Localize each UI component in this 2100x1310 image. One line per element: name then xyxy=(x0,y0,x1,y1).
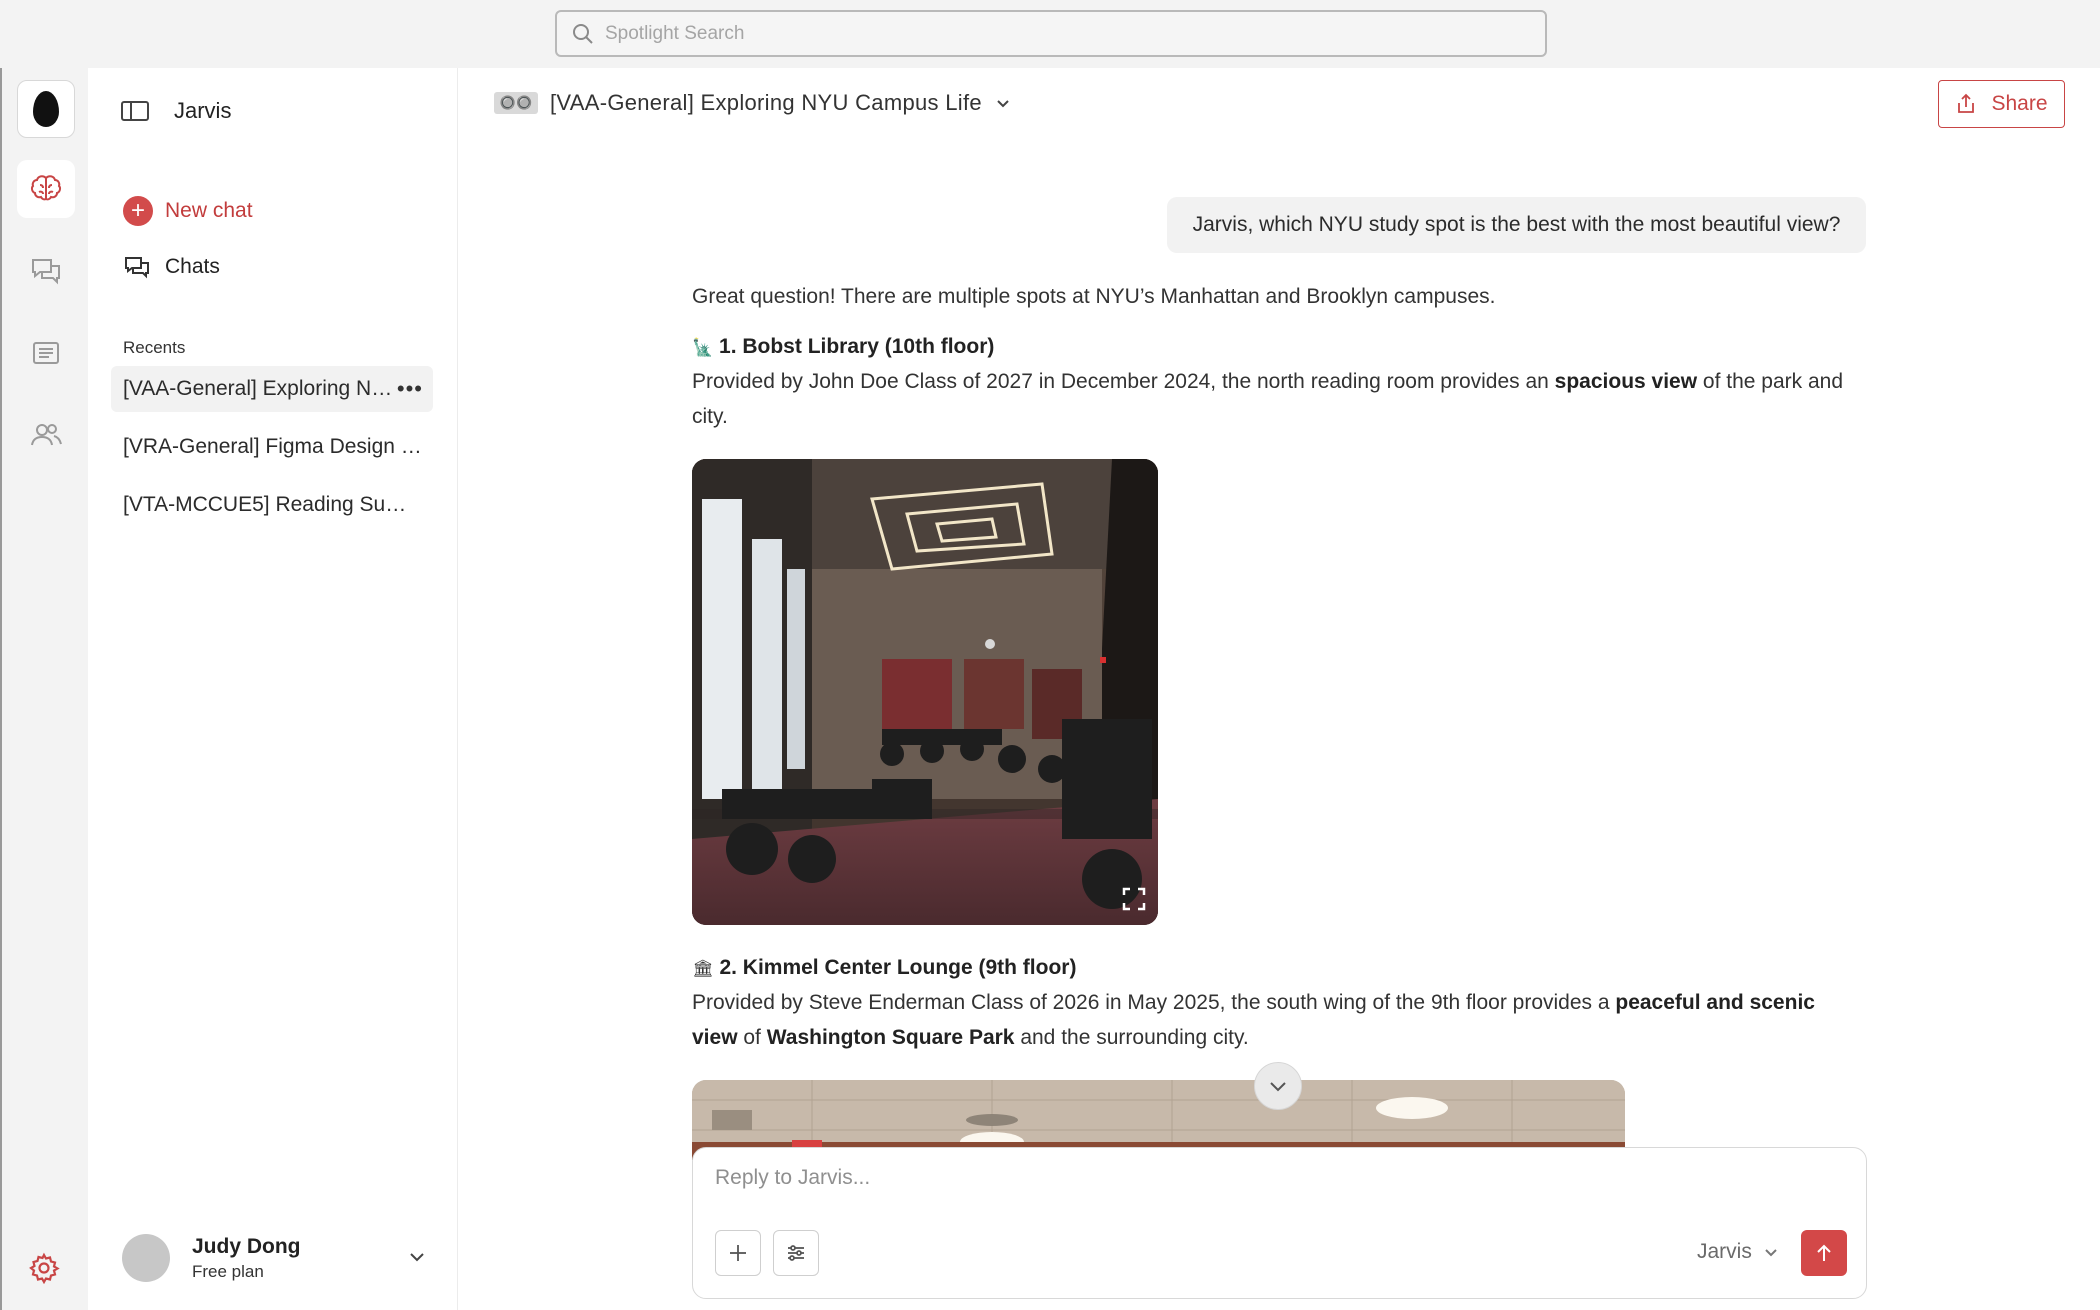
chat-bubbles-icon xyxy=(32,259,60,285)
brain-icon xyxy=(30,175,62,201)
library-interior-image xyxy=(692,459,1158,925)
message-composer: Jarvis xyxy=(692,1147,1867,1299)
spot-text: of xyxy=(737,1026,767,1049)
spot-title: 1. Bobst Library (10th floor) xyxy=(719,335,995,358)
send-button[interactable] xyxy=(1801,1230,1847,1276)
sidebar: Jarvis + New chat Chats Recents [VAA-Gen… xyxy=(88,68,458,1310)
spot-text: Provided by Steve Enderman Class of 2026… xyxy=(692,991,1616,1014)
model-selector[interactable]: Jarvis xyxy=(1697,1240,1780,1264)
statue-of-liberty-emoji: 🗽 xyxy=(692,338,714,358)
tools-button[interactable] xyxy=(773,1230,819,1276)
recent-chat-label: [VAA-General] Exploring NYU Campus Life xyxy=(123,377,395,400)
arrow-up-icon xyxy=(1817,1244,1831,1261)
spot-text: and the surrounding city. xyxy=(1014,1026,1249,1049)
rail-brain-button[interactable] xyxy=(17,160,75,218)
spotlight-search[interactable] xyxy=(555,10,1547,57)
project-icon: 🔘🔘 xyxy=(494,92,538,114)
search-icon xyxy=(573,23,593,44)
chat-title: [VAA-General] Exploring NYU Campus Life xyxy=(550,90,982,115)
user-name: Judy Dong xyxy=(192,1234,301,1258)
bobst-library-photo[interactable] xyxy=(692,459,1158,925)
assistant-intro: Great question! There are multiple spots… xyxy=(692,285,1496,308)
sliders-icon xyxy=(788,1245,804,1261)
avatar xyxy=(122,1234,170,1282)
sidebar-header: Jarvis xyxy=(120,98,231,124)
share-icon xyxy=(1958,93,1975,113)
sidebar-toggle-icon[interactable] xyxy=(120,99,150,123)
spot-text: Provided by John Doe Class of 2027 in De… xyxy=(692,370,1555,393)
app-name: Jarvis xyxy=(174,98,232,123)
rail-notes-button[interactable] xyxy=(17,324,75,382)
attach-button[interactable] xyxy=(715,1230,761,1276)
chat-title-dropdown[interactable]: 🔘🔘 [VAA-General] Exploring NYU Campus Li… xyxy=(494,90,1012,116)
list-document-icon xyxy=(33,342,59,364)
spot-heading: 🗽 1. Bobst Library (10th floor) xyxy=(692,329,1862,366)
plus-icon xyxy=(730,1245,746,1261)
plus-circle-icon: + xyxy=(123,196,153,226)
spot-description: Provided by Steve Enderman Class of 2026… xyxy=(692,985,1862,1055)
app-logo[interactable] xyxy=(17,80,75,138)
chevron-down-icon xyxy=(997,100,1009,108)
recent-chat-label: [VTA-MCCUE5] Reading Summary Notes xyxy=(123,493,413,516)
chevron-down-icon[interactable] xyxy=(406,1246,428,1268)
chevron-down-icon xyxy=(1270,1082,1286,1092)
spot-bold-text: spacious view xyxy=(1554,370,1698,393)
spot-title: 2. Kimmel Center Lounge (9th floor) xyxy=(719,956,1077,979)
reply-input[interactable] xyxy=(715,1166,1835,1206)
user-message-bubble: Jarvis, which NYU study spot is the best… xyxy=(1167,197,1866,253)
chats-link[interactable]: Chats xyxy=(123,254,220,280)
icon-rail xyxy=(0,68,88,1310)
egg-logo-icon xyxy=(33,91,59,127)
spotlight-search-input[interactable] xyxy=(605,22,1505,45)
spot-bold-text: Washington Square Park xyxy=(766,1026,1015,1049)
chats-label: Chats xyxy=(165,255,220,278)
more-options-icon[interactable]: ••• xyxy=(397,376,423,402)
recents-heading: Recents xyxy=(123,338,186,357)
main-panel: 🔘🔘 [VAA-General] Exploring NYU Campus Li… xyxy=(458,68,2100,1310)
new-chat-button[interactable]: + New chat xyxy=(123,196,253,226)
user-account-menu[interactable]: Judy Dong Free plan xyxy=(122,1228,442,1288)
recent-chat-label: [VRA-General] Figma Design System Review xyxy=(123,435,429,458)
share-label: Share xyxy=(1991,92,2048,115)
spot-heading: 🏛 2. Kimmel Center Lounge (9th floor) xyxy=(692,950,1862,987)
rail-people-button[interactable] xyxy=(17,406,75,464)
chat-bubbles-icon xyxy=(125,257,149,279)
rail-chats-button[interactable] xyxy=(17,242,75,300)
recent-chat-item[interactable]: [VAA-General] Exploring NYU Campus Life … xyxy=(111,366,433,412)
recent-chat-item[interactable]: [VRA-General] Figma Design System Review xyxy=(111,424,433,470)
classical-building-emoji: 🏛 xyxy=(692,959,714,979)
user-plan: Free plan xyxy=(192,1261,264,1281)
share-button[interactable]: Share xyxy=(1938,80,2065,128)
spot-description: Provided by John Doe Class of 2027 in De… xyxy=(692,364,1862,434)
recent-chat-item[interactable]: [VTA-MCCUE5] Reading Summary Notes xyxy=(111,482,433,528)
settings-gear-icon[interactable] xyxy=(28,1252,60,1284)
top-bar xyxy=(0,0,2100,68)
chevron-down-icon xyxy=(1765,1249,1777,1257)
users-icon xyxy=(31,424,62,446)
new-chat-label: New chat xyxy=(165,199,253,222)
scroll-to-bottom-button[interactable] xyxy=(1254,1062,1302,1110)
model-name: Jarvis xyxy=(1697,1240,1752,1263)
